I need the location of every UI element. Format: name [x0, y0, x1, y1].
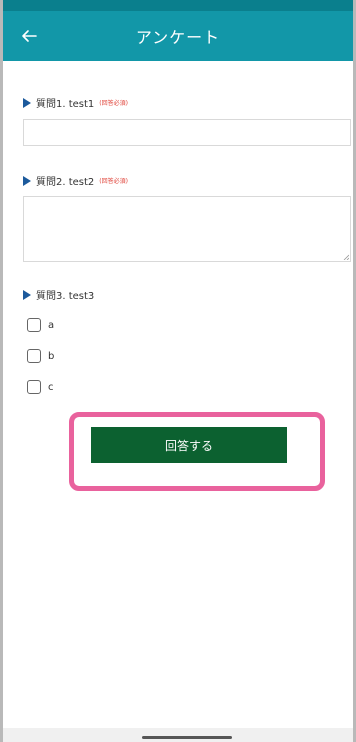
checkbox[interactable] [27, 380, 41, 394]
option-b[interactable]: b [27, 349, 54, 363]
survey-screen: アンケート 質問1. test1 (回答必須) 質問2. test2 (回答必須… [0, 0, 356, 742]
submit-button[interactable]: 回答する [91, 427, 287, 463]
question-1-text-input[interactable] [23, 119, 351, 146]
question-2-label: 質問2. test2 [36, 177, 95, 188]
question-2-heading: 質問2. test2 (回答必須) [23, 173, 128, 188]
question-1-heading: 質問1. test1 (回答必須) [23, 95, 128, 110]
option-label: b [48, 350, 55, 362]
question-3-label: 質問3. test3 [36, 291, 95, 302]
triangle-marker-icon [23, 175, 31, 186]
required-badge: (回答必須) [99, 178, 128, 185]
option-c[interactable]: c [27, 380, 54, 394]
triangle-marker-icon [23, 289, 31, 300]
question-1-label: 質問1. test1 [36, 99, 95, 110]
app-bar: アンケート [3, 11, 353, 61]
question-2-textarea[interactable] [23, 196, 351, 262]
option-a[interactable]: a [27, 318, 54, 332]
question-3-heading: 質問3. test3 [23, 287, 94, 302]
checkbox[interactable] [27, 318, 41, 332]
option-label: a [48, 319, 55, 331]
status-bar [3, 0, 353, 11]
back-button[interactable] [17, 24, 41, 48]
required-badge: (回答必須) [99, 100, 128, 107]
arrow-left-icon [22, 30, 37, 42]
page-title: アンケート [135, 28, 221, 47]
home-indicator[interactable] [142, 736, 232, 739]
resize-grip-icon[interactable] [343, 254, 349, 260]
navigation-bar [3, 728, 353, 742]
triangle-marker-icon [23, 97, 31, 108]
option-label: c [48, 381, 54, 393]
checkbox[interactable] [27, 349, 41, 363]
